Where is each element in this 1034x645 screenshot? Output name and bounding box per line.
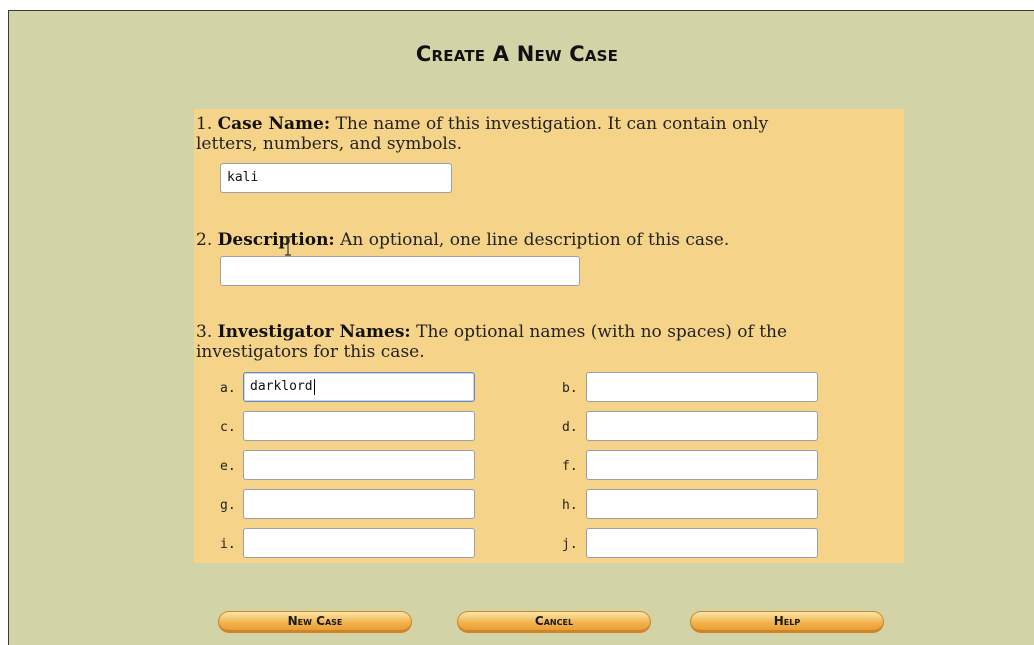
investigator-c-label: c. [220,420,236,435]
investigator-b-input[interactable] [586,372,818,402]
investigator-c-input[interactable] [243,411,475,441]
investigator-d-label: d. [562,420,578,435]
investigator-d-input[interactable] [586,411,818,441]
case-name-label: Case Name: [217,114,331,134]
investigator-a-value: darklord [250,379,313,394]
case-name-help-line1: The name of this investigation. It can c… [335,114,769,134]
cancel-button[interactable]: Cancel [457,611,651,633]
case-name-prompt: 1. Case Name: The name of this investiga… [196,114,896,154]
description-input[interactable] [220,256,580,286]
investigator-f-label: f. [562,459,578,474]
investigators-help-line2: investigators for this case. [196,342,425,362]
new-case-button[interactable]: New Case [218,611,412,633]
description-number: 2. [196,230,213,250]
investigator-h-label: h. [562,498,578,513]
page-title: Create A New Case [415,42,619,66]
investigator-i-input[interactable] [243,528,475,558]
investigator-b-label: b. [562,381,578,396]
investigator-f-input[interactable] [586,450,818,480]
investigator-e-label: e. [220,459,236,474]
investigators-prompt: 3. Investigator Names: The optional name… [196,322,896,362]
investigators-number: 3. [196,322,213,342]
investigator-e-input[interactable] [243,450,475,480]
investigator-i-label: i. [220,537,236,552]
case-name-help-line2: letters, numbers, and symbols. [196,134,462,154]
investigator-h-input[interactable] [586,489,818,519]
investigator-g-label: g. [220,498,236,513]
investigator-a-input[interactable]: darklord [243,372,475,402]
case-name-input[interactable]: kali [220,163,452,193]
text-cursor-icon [285,236,291,256]
text-caret [313,378,315,395]
description-prompt: 2. Description: An optional, one line de… [196,230,896,250]
description-label: Description: [217,230,335,250]
description-help: An optional, one line description of thi… [340,230,730,250]
investigator-j-input[interactable] [586,528,818,558]
investigator-j-label: j. [562,537,578,552]
investigators-label: Investigator Names: [217,322,411,342]
help-button[interactable]: Help [690,611,884,633]
case-name-number: 1. [196,114,213,134]
investigators-help-line1: The optional names (with no spaces) of t… [416,322,788,342]
investigator-a-label: a. [220,381,236,396]
investigator-g-input[interactable] [243,489,475,519]
